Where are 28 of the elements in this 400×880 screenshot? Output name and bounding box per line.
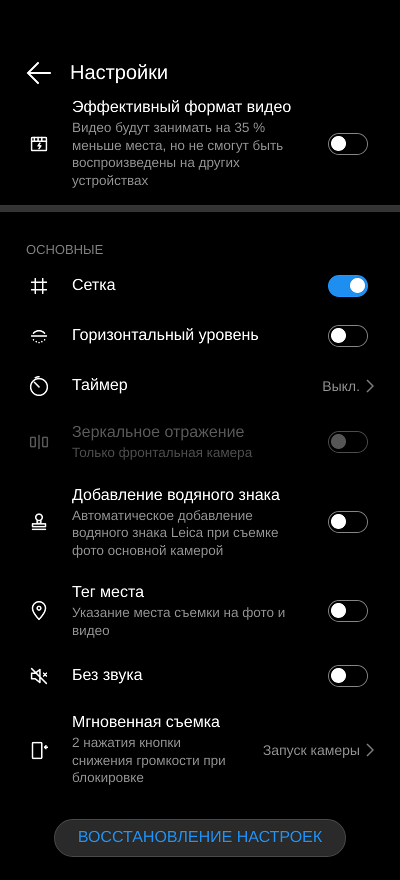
setting-value[interactable]: Выкл. [322, 378, 360, 394]
setting-title: Добавление водяного знака [72, 486, 281, 506]
back-arrow-icon[interactable] [26, 60, 52, 86]
setting-title: Зеркальное отражение [72, 423, 246, 443]
chevron-right-icon [366, 742, 374, 757]
setting-title: Без звука [72, 666, 144, 686]
screen-title: Настройки [70, 62, 168, 84]
toggle-switch[interactable] [328, 511, 368, 534]
toggle-switch[interactable] [328, 132, 368, 154]
setting-value[interactable]: Запуск камеры [262, 742, 360, 758]
setting-description: 2 нажатия кнопки снижения громкости при блокировке [72, 734, 227, 786]
toggle-switch[interactable] [328, 275, 368, 297]
setting-title: Сетка [72, 276, 116, 296]
setting-title: Тег места [72, 583, 145, 603]
reset-settings-button[interactable]: ВОССТАНОВЛЕНИЕ НАСТРОЕК [54, 818, 346, 856]
setting-title: Таймер [72, 376, 129, 396]
toggle-switch[interactable] [328, 600, 368, 622]
section-header: ОСНОВНЫЕ [25, 241, 104, 259]
setting-title: Эффективный формат видео [72, 98, 292, 118]
setting-title: Мгновенная съемка [72, 713, 221, 733]
setting-description: Указание места съемки на фото и видео [72, 604, 286, 639]
setting-description: Только фронтальная камера [72, 444, 254, 462]
chevron-right-icon [366, 379, 374, 393]
toggle-switch[interactable] [328, 325, 368, 347]
setting-title: Горизонтальный уровень [72, 326, 260, 346]
setting-description: Автоматическое добавление водяного знака Leica при съемке фото основной камерой [72, 506, 280, 559]
setting-description: Видео будут занимать на 35 % меньше места, но не смогут быть воспроизведены на других устройствах [72, 119, 284, 189]
toggle-switch[interactable] [328, 665, 368, 687]
